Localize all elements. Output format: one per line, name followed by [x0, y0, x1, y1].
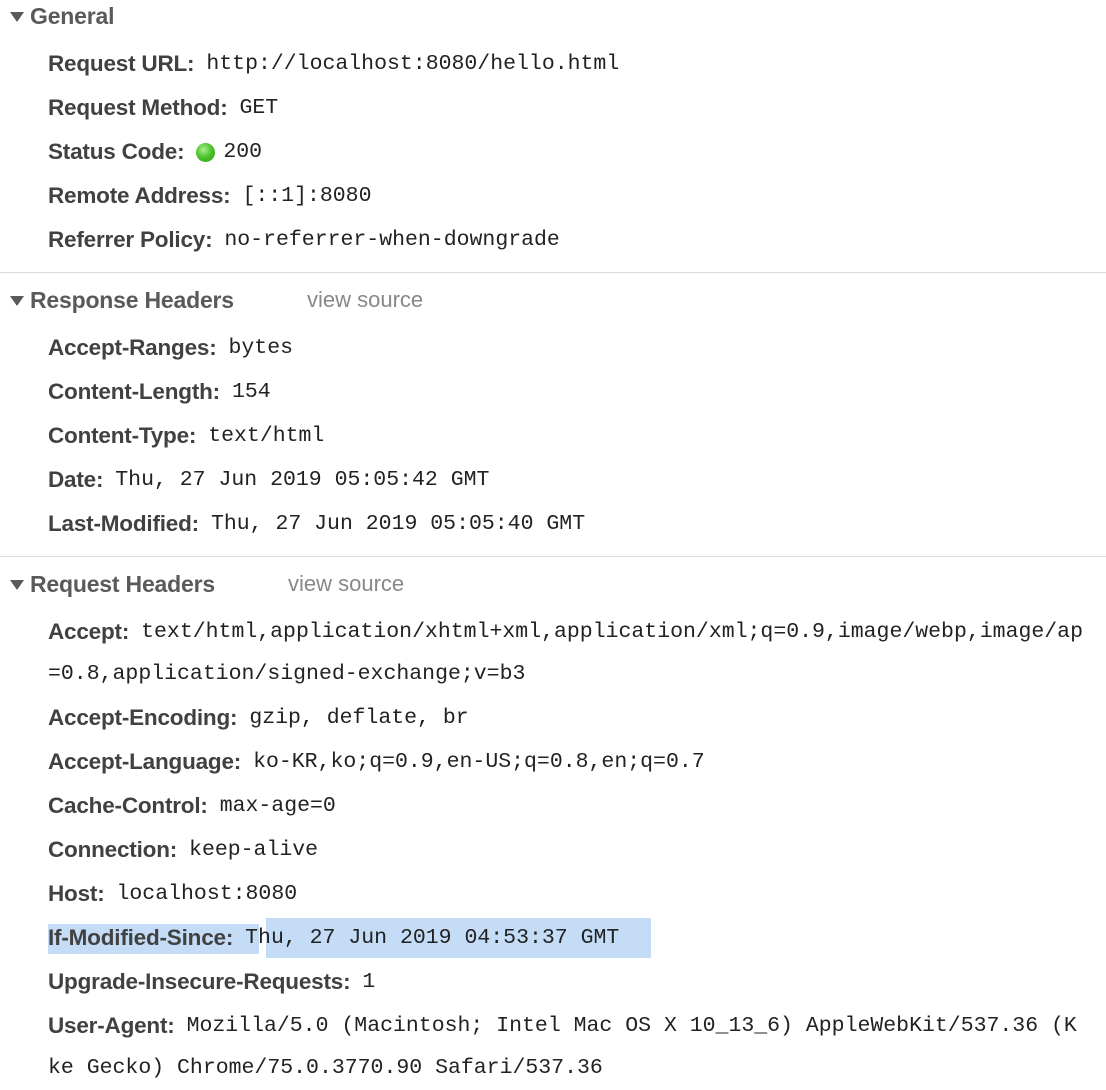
header-row-accept: Accept: text/html,application/xhtml+xml,… [48, 616, 1083, 648]
header-row-host: Host: localhost:8080 [48, 878, 297, 910]
view-source-link[interactable]: view source [307, 287, 423, 313]
header-key: Connection: [48, 837, 178, 862]
header-value: ko-KR,ko;q=0.9,en-US;q=0.8,en;q=0.7 [253, 750, 705, 774]
header-value: 200 [223, 140, 263, 164]
header-row-if-modified-since[interactable]: If-Modified-Since: Thu, 27 Jun 2019 04:5… [48, 922, 619, 954]
header-key: Content-Type: [48, 423, 197, 448]
header-key: Date: [48, 467, 104, 492]
header-key: Content-Length: [48, 379, 220, 404]
header-key: Request Method: [48, 95, 228, 120]
header-value: 154 [231, 380, 271, 404]
header-value: Thu, 27 Jun 2019 05:05:42 GMT [115, 468, 490, 492]
header-row-referrer-policy: Referrer Policy: no-referrer-when-downgr… [48, 224, 560, 256]
header-row-connection: Connection: keep-alive [48, 834, 318, 866]
header-value: bytes [228, 336, 294, 360]
header-value: [::1]:8080 [242, 184, 372, 208]
header-value: keep-alive [189, 838, 319, 862]
request-headers-title: Request Headers [30, 570, 215, 597]
section-divider [0, 272, 1106, 273]
header-row-last-modified: Last-Modified: Thu, 27 Jun 2019 05:05:40… [48, 508, 585, 540]
header-value: Thu, 27 Jun 2019 05:05:40 GMT [210, 512, 586, 536]
header-value: localhost:8080 [116, 882, 298, 906]
header-value: http://localhost:8080/hello.html [206, 52, 620, 76]
header-key: Accept-Language: [48, 749, 242, 774]
response-headers-title: Response Headers [30, 286, 234, 313]
header-key: Host: [48, 881, 105, 906]
header-key: Last-Modified: [48, 511, 199, 536]
header-value: GET [239, 96, 279, 120]
header-key: Remote Address: [48, 183, 231, 208]
response-headers-section-header[interactable]: Response Headers view source [0, 284, 500, 316]
header-value: text/html [208, 424, 325, 448]
header-key: Accept-Encoding: [48, 705, 238, 730]
header-value: gzip, deflate, br [249, 706, 469, 730]
collapse-triangle-icon[interactable] [10, 296, 24, 306]
header-row-date: Date: Thu, 27 Jun 2019 05:05:42 GMT [48, 464, 489, 496]
header-row-content-type: Content-Type: text/html [48, 420, 324, 452]
header-value: Thu, 27 Jun 2019 04:53:37 GMT [245, 926, 620, 950]
header-row-accept-encoding: Accept-Encoding: gzip, deflate, br [48, 702, 469, 734]
header-row-request-url: Request URL: http://localhost:8080/hello… [48, 48, 619, 80]
headers-panel: General Request URL: http://localhost:80… [0, 0, 1106, 1090]
header-key: Upgrade-Insecure-Requests: [48, 969, 351, 994]
header-key: Cache-Control: [48, 793, 208, 818]
header-row-content-length: Content-Length: 154 [48, 376, 271, 408]
header-row-accept-language: Accept-Language: ko-KR,ko;q=0.9,en-US;q=… [48, 746, 705, 778]
header-key: User-Agent: [48, 1013, 175, 1038]
header-key: Accept-Ranges: [48, 335, 217, 360]
status-ok-icon [196, 142, 216, 162]
section-divider [0, 556, 1106, 557]
general-section-header[interactable]: General [0, 0, 114, 32]
header-row-user-agent: User-Agent: Mozilla/5.0 (Macintosh; Inte… [48, 1010, 1077, 1042]
header-value: max-age=0 [219, 794, 336, 818]
request-headers-section-header[interactable]: Request Headers view source [0, 568, 500, 600]
header-value-continuation: ke Gecko) Chrome/75.0.3770.90 Safari/537… [48, 1056, 603, 1080]
header-key: Request URL: [48, 51, 195, 76]
collapse-triangle-icon[interactable] [10, 12, 24, 22]
header-value: text/html,application/xhtml+xml,applicat… [141, 620, 1083, 644]
header-value: Mozilla/5.0 (Macintosh; Intel Mac OS X 1… [186, 1014, 1077, 1038]
header-key: Referrer Policy: [48, 227, 213, 252]
header-key: Accept: [48, 619, 130, 644]
header-row-accept-ranges: Accept-Ranges: bytes [48, 332, 293, 364]
header-row-request-method: Request Method: GET [48, 92, 278, 124]
collapse-triangle-icon[interactable] [10, 580, 24, 590]
header-row-status-code: Status Code: 200 [48, 136, 262, 168]
general-section-title: General [30, 2, 115, 29]
header-key: If-Modified-Since: [48, 925, 234, 950]
view-source-link[interactable]: view source [288, 571, 404, 597]
header-row-remote-address: Remote Address: [::1]:8080 [48, 180, 372, 212]
header-row-upgrade-insecure-requests: Upgrade-Insecure-Requests: 1 [48, 966, 375, 998]
header-value-continuation: =0.8,application/signed-exchange;v=b3 [48, 662, 526, 686]
header-key: Status Code: [48, 139, 185, 164]
header-row-cache-control: Cache-Control: max-age=0 [48, 790, 336, 822]
header-value: 1 [362, 970, 376, 994]
header-value: no-referrer-when-downgrade [224, 228, 560, 252]
